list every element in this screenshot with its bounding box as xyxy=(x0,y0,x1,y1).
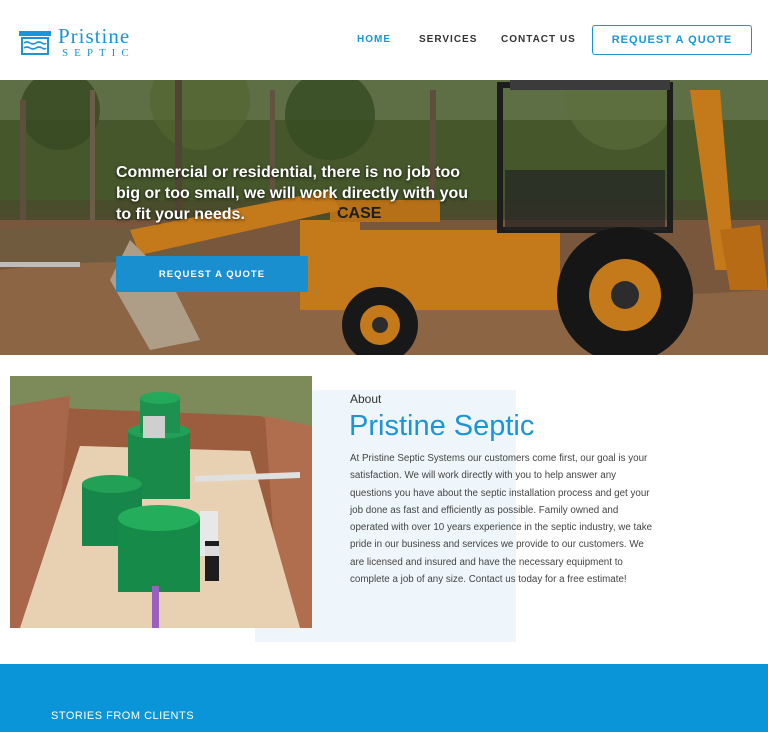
hero-request-quote-button[interactable]: REQUEST A QUOTE xyxy=(116,256,308,292)
brand-subname: Septic xyxy=(62,47,135,59)
hero-headline: Commercial or residential, there is no j… xyxy=(116,164,469,223)
about-title: Pristine Septic xyxy=(349,410,535,442)
testimonials-heading: STORIES FROM CLIENTS xyxy=(51,710,195,722)
about-kicker: About xyxy=(350,392,382,406)
about-body-text: At Pristine Septic Systems our customers… xyxy=(350,453,653,586)
site-header: Pristine Septic HOME SERVICES CONTACT US… xyxy=(0,0,768,80)
brand-name: Pristine xyxy=(58,24,131,48)
header-request-quote-button[interactable]: REQUEST A QUOTE xyxy=(592,25,752,55)
brand-logo[interactable]: Pristine Septic xyxy=(18,26,135,59)
logo-icon xyxy=(19,30,51,55)
hero-banner: CASE Commercial or residential, there is… xyxy=(0,80,768,355)
nav-home[interactable]: HOME xyxy=(357,34,391,45)
septic-install-image xyxy=(10,376,312,628)
nav-services[interactable]: SERVICES xyxy=(419,34,477,45)
nav-contact-us[interactable]: CONTACT US xyxy=(501,34,576,45)
septic-tank-photo xyxy=(10,376,312,628)
